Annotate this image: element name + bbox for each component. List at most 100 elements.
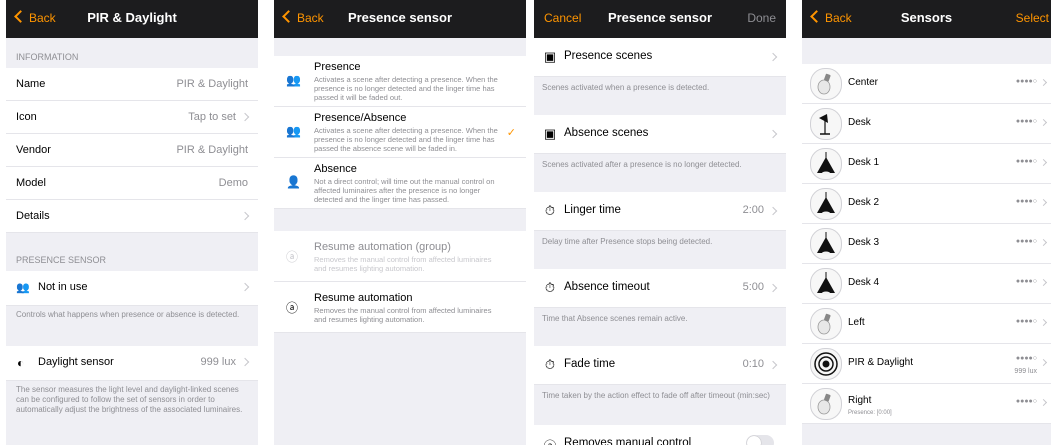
row-label: Removes manual control xyxy=(564,437,692,445)
row-label: Not in use xyxy=(38,281,88,293)
sensor-row[interactable]: PIR & Daylight ●●●●○ 999 lux xyxy=(802,344,1051,384)
sensor-row[interactable]: Right Presence: [0:00] ●●●●○ xyxy=(802,384,1051,424)
bulb-icon xyxy=(810,68,842,100)
option-resume-automation-group[interactable]: ⓐ Resume automation (group) Removes the … xyxy=(274,231,526,282)
option-title: Presence xyxy=(314,61,361,73)
row-label: Absence timeout xyxy=(564,281,650,293)
row-label: Icon xyxy=(16,111,37,123)
chevron-right-icon xyxy=(240,282,250,292)
row-label: Absence scenes xyxy=(564,127,649,139)
icon-row[interactable]: Icon Tap to set xyxy=(6,101,258,134)
absence-scenes-row[interactable]: ▣ Absence scenes xyxy=(534,115,786,154)
sensor-name: Left xyxy=(848,317,865,328)
presence-scenes-note: Scenes activated when a presence is dete… xyxy=(542,83,710,92)
chevron-right-icon xyxy=(768,129,778,139)
option-presence-absence[interactable]: 👥 Presence/Absence Activates a scene aft… xyxy=(274,107,526,158)
option-desc: Removes the manual control from affected… xyxy=(314,306,492,324)
page-title: Sensors xyxy=(900,10,953,25)
option-presence[interactable]: 👥 Presence Activates a scene after detec… xyxy=(274,56,526,107)
select-button[interactable]: Select xyxy=(1016,11,1049,25)
vendor-row: Vendor PIR & Daylight xyxy=(6,134,258,167)
sensor-row[interactable]: Desk 2 ●●●●○ xyxy=(802,184,1051,224)
timer-icon: ⏱ xyxy=(544,280,556,295)
absence-timeout-row[interactable]: ⏱ Absence timeout 5:00 xyxy=(534,269,786,308)
row-value: 0:10 xyxy=(742,358,764,370)
sensor-row[interactable]: Desk 4 ●●●●○ xyxy=(802,264,1051,304)
chevron-right-icon xyxy=(240,112,250,122)
linger-note: Delay time after Presence stops being de… xyxy=(542,237,713,246)
row-label: Linger time xyxy=(564,204,621,216)
sensor-row[interactable]: Desk 3 ●●●●○ xyxy=(802,224,1051,264)
panel-presence-mode: Back Presence sensor 👥 Presence Activate… xyxy=(274,0,526,445)
option-title: Resume automation xyxy=(314,292,413,304)
bulb-icon xyxy=(810,388,842,420)
done-button[interactable]: Done xyxy=(747,11,776,25)
signal-strength: ●●●●○ xyxy=(1015,118,1037,125)
nav-bar: Back PIR & Daylight xyxy=(6,0,258,38)
nav-bar: Back Presence sensor xyxy=(274,0,526,38)
linger-time-row[interactable]: ⏱ Linger time 2:00 xyxy=(534,192,786,231)
scene-icon: ▣ xyxy=(543,126,557,141)
details-row[interactable]: Details xyxy=(6,200,258,233)
sensor-name: Desk 1 xyxy=(848,157,880,168)
chevron-right-icon xyxy=(240,211,250,221)
presence-scenes-row[interactable]: ▣ Presence scenes xyxy=(534,38,786,77)
fade-time-row[interactable]: ⏱ Fade time 0:10 xyxy=(534,346,786,385)
row-label: Presence scenes xyxy=(564,50,653,62)
pendant-lamp-icon xyxy=(810,228,842,260)
row-value: PIR & Daylight xyxy=(176,144,248,156)
option-desc: Activates a scene after detecting a pres… xyxy=(314,75,498,102)
chevron-right-icon xyxy=(1039,398,1048,407)
row-value: PIR & Daylight xyxy=(176,78,248,90)
chevron-right-icon xyxy=(1039,198,1048,207)
bulb-icon xyxy=(810,308,842,340)
absence-timeout-note: Time that Absence scenes remain active. xyxy=(542,314,688,323)
signal-strength: ●●●●○ xyxy=(1015,238,1037,245)
option-desc: Activates a scene after detecting a pres… xyxy=(314,126,498,153)
row-value: 2:00 xyxy=(742,204,764,216)
chevron-right-icon xyxy=(1039,158,1048,167)
option-desc: Removes the manual control from affected… xyxy=(314,255,492,273)
row-label: Model xyxy=(16,177,46,189)
signal-strength: ●●●●○ xyxy=(1015,355,1037,362)
option-resume-automation[interactable]: ⓐ Resume automation Removes the manual c… xyxy=(274,282,526,333)
signal-strength: ●●●●○ xyxy=(1015,198,1037,205)
name-row[interactable]: Name PIR & Daylight xyxy=(6,68,258,101)
row-value: 5:00 xyxy=(742,281,764,293)
row-label: Fade time xyxy=(564,358,616,370)
signal-strength: ●●●●○ xyxy=(1015,398,1037,405)
sensor-list: Center ●●●●○ Desk ●●●●○ Desk 1 ●●●●○ Desk 2 ●●●… xyxy=(802,64,1051,424)
daylight-note: The sensor measures the light level and … xyxy=(16,385,243,414)
option-absence[interactable]: 👤 Absence Not a direct control; will tim… xyxy=(274,158,526,209)
option-title: Presence/Absence xyxy=(314,112,407,124)
chevron-right-icon xyxy=(768,283,778,293)
people-outline-icon: 👤 xyxy=(286,175,301,189)
chevron-right-icon xyxy=(768,360,778,370)
sensor-row[interactable]: Desk ●●●●○ xyxy=(802,104,1051,144)
row-label: Daylight sensor xyxy=(38,356,114,368)
chevron-right-icon xyxy=(768,52,778,62)
signal-strength: ●●●●○ xyxy=(1015,278,1037,285)
panel-sensors: Back Sensors Select Center ●●●●○ Desk ●●●●○… xyxy=(802,0,1051,445)
sensor-row[interactable]: Desk 1 ●●●●○ xyxy=(802,144,1051,184)
sensor-row[interactable]: Center ●●●●○ xyxy=(802,64,1051,104)
sensor-name: Desk 4 xyxy=(848,277,880,288)
sensor-row[interactable]: Left ●●●●○ xyxy=(802,304,1051,344)
model-row: Model Demo xyxy=(6,167,258,200)
desk-lamp-icon xyxy=(810,108,842,140)
presence-sensor-row[interactable]: 👥 Not in use xyxy=(6,271,258,306)
sensor-subtitle: Presence: [0:00] xyxy=(848,410,892,416)
sensor-name: Center xyxy=(848,77,879,88)
section-header-presence: PRESENCE SENSOR xyxy=(16,255,107,265)
daylight-sensor-row[interactable]: ◐ Daylight sensor 999 lux xyxy=(6,346,258,381)
pendant-lamp-icon xyxy=(810,268,842,300)
row-value: Tap to set xyxy=(188,111,236,123)
row-label: Name xyxy=(16,78,46,90)
people-icon: 👥 xyxy=(16,282,30,294)
timer-icon: ⏱ xyxy=(544,357,556,372)
removes-manual-control-toggle[interactable] xyxy=(746,435,774,445)
page-title: Presence sensor xyxy=(347,10,453,25)
row-label: Vendor xyxy=(16,144,51,156)
row-label: Details xyxy=(16,210,50,222)
removes-manual-control-row: ⓐ Removes manual control xyxy=(534,425,786,445)
